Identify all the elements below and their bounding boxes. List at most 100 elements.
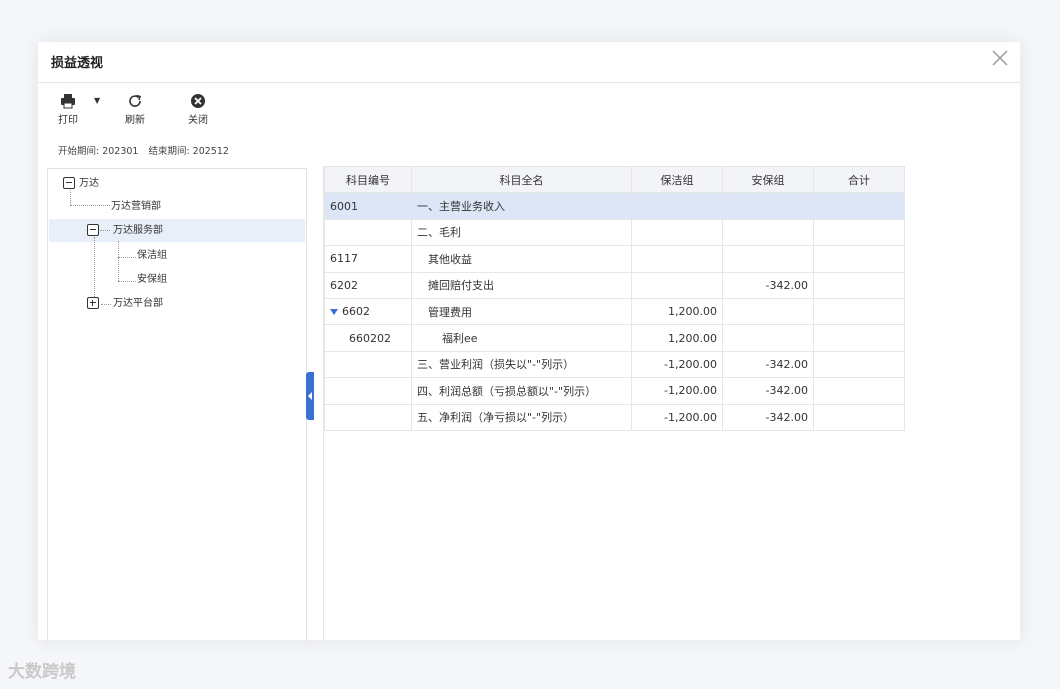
dialog-title: 损益透视 <box>51 56 104 71</box>
tree-connector <box>118 241 119 281</box>
col-header-cleaning[interactable]: 保洁组 <box>631 165 723 194</box>
cell-name: 一、主营业务收入 <box>411 192 632 220</box>
dialog-header: 损益透视 <box>38 42 1020 83</box>
cell-security <box>722 324 814 352</box>
table-row[interactable]: 6001 一、主营业务收入 <box>324 192 905 220</box>
panel-collapse-handle[interactable] <box>306 372 314 420</box>
cell-total <box>813 245 905 273</box>
tree-node-service[interactable]: 万达服务部 <box>87 220 163 242</box>
tree-connector <box>118 281 136 282</box>
table-row[interactable]: 6202 摊回赔付支出 -342.00 <box>324 271 905 299</box>
cell-cleaning <box>631 218 723 247</box>
printer-icon <box>61 94 75 109</box>
cell-total <box>813 403 905 431</box>
end-period-value: 202512 <box>192 146 229 157</box>
report-table: 科目编号 科目全名 保洁组 安保组 合计 6001 一、主营业务收入 二、毛利 … <box>324 165 905 431</box>
watermark-logo: 大数跨境 <box>8 662 76 682</box>
collapse-icon[interactable] <box>63 177 75 189</box>
close-button[interactable]: 关闭 <box>178 92 218 126</box>
cell-name: 四、利润总额（亏损总额以"-"列示） <box>411 377 632 405</box>
cell-code: 6001 <box>324 192 412 220</box>
col-header-name[interactable]: 科目全名 <box>411 165 632 194</box>
cell-cleaning: 1,200.00 <box>631 324 723 352</box>
col-header-total[interactable]: 合计 <box>813 165 905 194</box>
print-label: 打印 <box>58 115 78 126</box>
cell-total <box>813 350 905 379</box>
tree-node-label: 万达平台部 <box>113 298 163 309</box>
tree-node-marketing[interactable]: 万达营销部 <box>111 196 161 218</box>
table-row[interactable]: 二、毛利 <box>324 218 905 247</box>
cell-security: -342.00 <box>722 377 814 405</box>
cell-code <box>324 403 412 431</box>
cell-total <box>813 218 905 247</box>
period-info: 开始期间: 202301 结束期间: 202512 <box>58 143 232 157</box>
close-icon[interactable] <box>990 48 1010 68</box>
cell-name: 五、净利润（净亏损以"-"列示） <box>411 403 632 431</box>
tree-node-label: 万达 <box>79 178 99 189</box>
cell-name: 管理费用 <box>411 297 632 326</box>
col-header-security[interactable]: 安保组 <box>722 165 814 194</box>
org-tree-panel: 万达 万达营销部 万达服务部 保洁组 安保组 万达平台部 <box>47 168 307 641</box>
tree-node-label: 万达营销部 <box>111 201 161 212</box>
report-grid-area: 科目编号 科目全名 保洁组 安保组 合计 6001 一、主营业务收入 二、毛利 … <box>323 165 1024 640</box>
cell-security <box>722 218 814 247</box>
cell-code: 6117 <box>324 245 412 273</box>
cell-cleaning: 1,200.00 <box>631 297 723 326</box>
tree-node-cleaning[interactable]: 保洁组 <box>137 245 167 267</box>
print-options-caret-icon[interactable]: ▼ <box>94 96 100 105</box>
cell-cleaning <box>631 192 723 220</box>
cell-security <box>722 297 814 326</box>
table-row[interactable]: 五、净利润（净亏损以"-"列示） -1,200.00 -342.00 <box>324 403 905 431</box>
cell-cleaning: -1,200.00 <box>631 403 723 431</box>
cell-total <box>813 271 905 299</box>
cell-code: 6602 <box>324 297 412 326</box>
cell-code-text: 6602 <box>342 305 370 319</box>
refresh-label: 刷新 <box>125 115 145 126</box>
expand-icon[interactable] <box>87 297 99 309</box>
refresh-icon <box>129 94 141 107</box>
cell-name: 二、毛利 <box>411 218 632 247</box>
cell-code <box>324 377 412 405</box>
cell-security: -342.00 <box>722 271 814 299</box>
profit-loss-dialog: 损益透视 打印 ▼ 刷新 关闭 开始期间: 202301 结束期间: 20251… <box>38 42 1020 641</box>
table-row[interactable]: 6117 其他收益 <box>324 245 905 273</box>
tree-node-label: 万达服务部 <box>113 225 163 236</box>
cell-code <box>324 218 412 247</box>
cell-cleaning: -1,200.00 <box>631 377 723 405</box>
cell-code: 660202 <box>324 324 412 352</box>
refresh-button[interactable]: 刷新 <box>115 92 155 126</box>
cell-total <box>813 297 905 326</box>
tree-node-label: 安保组 <box>137 274 167 285</box>
cell-total <box>813 192 905 220</box>
cell-security: -342.00 <box>722 403 814 431</box>
end-period-label: 结束期间: <box>148 146 190 157</box>
table-row[interactable]: 6602 管理费用 1,200.00 <box>324 297 905 326</box>
table-row[interactable]: 三、营业利润（损失以"-"列示） -1,200.00 -342.00 <box>324 350 905 379</box>
table-row[interactable]: 660202 福利ee 1,200.00 <box>324 324 905 352</box>
close-label: 关闭 <box>188 115 208 126</box>
cell-code: 6202 <box>324 271 412 299</box>
cell-security <box>722 245 814 273</box>
cell-cleaning <box>631 245 723 273</box>
collapse-icon[interactable] <box>87 224 99 236</box>
cell-cleaning: -1,200.00 <box>631 350 723 379</box>
tree-node-label: 保洁组 <box>137 250 167 261</box>
cell-name: 其他收益 <box>411 245 632 273</box>
close-circle-icon <box>191 94 205 108</box>
tree-connector <box>70 205 110 206</box>
cell-code <box>324 350 412 379</box>
col-header-code[interactable]: 科目编号 <box>324 165 412 194</box>
cell-security <box>722 192 814 220</box>
print-button[interactable]: 打印 <box>48 92 88 126</box>
expand-caret-icon[interactable] <box>330 309 338 316</box>
tree-node-security[interactable]: 安保组 <box>137 269 167 291</box>
cell-name: 福利ee <box>411 324 632 352</box>
tree-node-platform[interactable]: 万达平台部 <box>87 293 163 315</box>
cell-total <box>813 377 905 405</box>
start-period-value: 202301 <box>102 146 139 157</box>
cell-cleaning <box>631 271 723 299</box>
tree-node-root[interactable]: 万达 <box>63 173 99 195</box>
start-period-label: 开始期间: <box>58 146 100 157</box>
cell-name: 三、营业利润（损失以"-"列示） <box>411 350 632 379</box>
table-row[interactable]: 四、利润总额（亏损总额以"-"列示） -1,200.00 -342.00 <box>324 377 905 405</box>
